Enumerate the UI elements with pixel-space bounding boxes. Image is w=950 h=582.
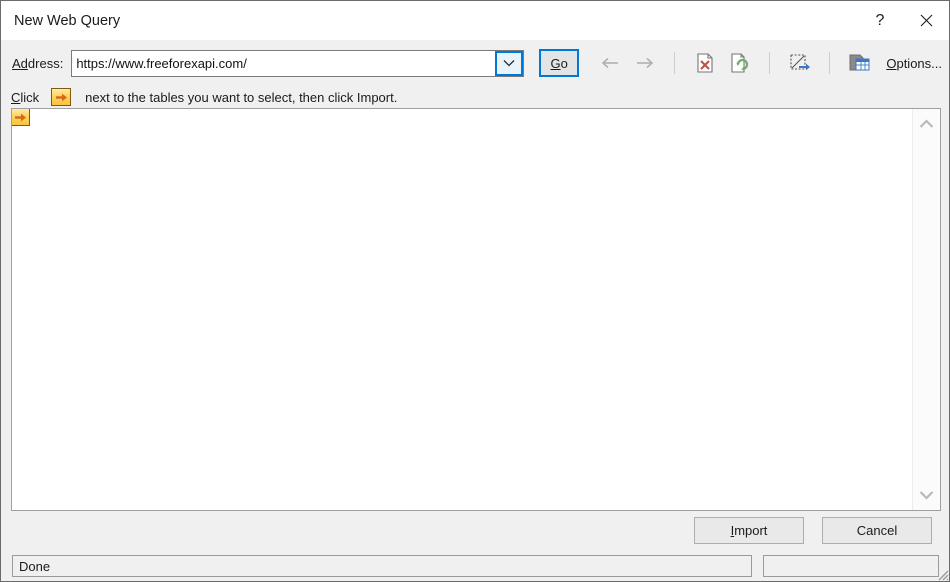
title-bar-buttons: ? [857,1,949,40]
close-button[interactable] [903,1,949,40]
dialog-footer: Import Cancel [2,511,949,550]
close-icon [920,14,932,27]
address-input[interactable] [72,50,496,76]
go-button[interactable]: Go [539,49,580,77]
web-page-pane [11,108,941,511]
hide-icons-button[interactable] [787,51,812,76]
toolbar-separator-1 [674,52,676,74]
import-button[interactable]: Import [694,517,804,544]
chevron-down-icon [919,491,934,500]
go-accel: G [550,55,561,71]
chevron-up-icon [919,119,934,128]
forward-button[interactable] [632,51,657,76]
browser-toolbar: Options... [597,51,949,76]
cancel-button[interactable]: Cancel [822,517,932,544]
instruction-bar: Click next to the tables you want to sel… [2,86,949,108]
options-table-icon [849,54,870,71]
status-bar: Done [2,550,949,581]
back-icon [601,57,618,69]
toolbar-separator-3 [829,52,831,74]
go-rest: o [560,55,568,71]
address-label-accel: A [12,55,21,71]
instruction-text: next to the tables you want to select, t… [85,89,398,105]
question-mark-icon: ? [875,11,885,29]
status-message: Done [19,558,51,574]
table-select-arrow-button[interactable] [12,109,30,126]
address-dropdown-button[interactable] [495,50,524,76]
forward-icon [636,57,654,69]
status-secondary-panel [763,555,939,577]
instruction-arrow-icon [51,88,72,106]
chevron-down-icon [503,60,515,67]
address-toolbar: Address: Go [2,40,949,86]
new-web-query-dialog: New Web Query ? Address: Go [0,0,950,582]
title-bar: New Web Query ? [1,1,949,40]
click-accel: C [11,89,21,105]
options-rest: ptions... [896,55,942,71]
status-message-panel: Done [12,555,752,577]
cancel-label: Cancel [856,523,898,538]
stop-button[interactable] [692,51,717,76]
import-rest: mport [734,523,768,538]
address-label-rest: dress: [27,55,64,71]
vertical-scrollbar[interactable] [912,109,940,510]
resize-grip-icon[interactable] [935,567,949,581]
back-button[interactable] [597,51,622,76]
scroll-down-button[interactable] [913,480,940,510]
instruction-click-label: Click [11,90,39,105]
refresh-button[interactable] [727,51,752,76]
address-label-accel2: d [20,55,28,71]
refresh-icon [731,53,748,73]
address-label: Address: [12,56,63,71]
page-title: New Web Query [14,12,121,29]
options-accel: O [886,55,897,71]
scroll-up-button[interactable] [913,109,940,139]
toolbar-separator-2 [769,52,771,74]
click-rest: lick [20,89,40,105]
yellow-arrow-select-icon [14,113,26,121]
web-page-content[interactable] [12,109,912,510]
hide-icons-icon [790,54,810,71]
options-link[interactable]: Options... [886,56,942,71]
help-button[interactable]: ? [857,1,903,40]
yellow-arrow-select-icon [55,93,67,101]
stop-icon [697,53,713,73]
scroll-track[interactable] [913,139,940,480]
options-icon-button[interactable] [847,51,872,76]
address-combobox[interactable] [71,49,525,77]
